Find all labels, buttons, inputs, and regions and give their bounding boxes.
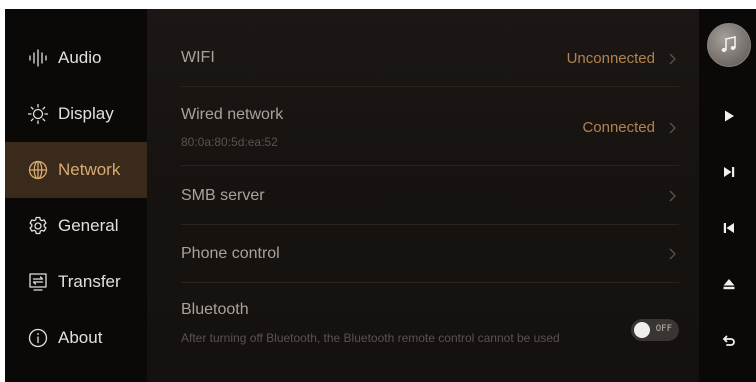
back-button[interactable] bbox=[717, 328, 741, 352]
mac-address: 80:0a:80:5d:ea:52 bbox=[181, 135, 278, 149]
audio-waveform-icon bbox=[27, 47, 49, 69]
play-icon bbox=[722, 109, 736, 123]
sidebar-item-label: About bbox=[58, 328, 103, 347]
wifi-title: WIFI bbox=[181, 49, 215, 66]
eject-button[interactable] bbox=[717, 272, 741, 296]
wifi-status: Unconnected bbox=[566, 50, 655, 67]
sidebar-item-transfer[interactable]: Transfer bbox=[5, 254, 147, 310]
info-icon bbox=[27, 327, 49, 349]
back-icon bbox=[722, 333, 736, 347]
wired-network-row[interactable]: Wired network 80:0a:80:5d:ea:52 Connecte… bbox=[181, 87, 679, 166]
toggle-label: OFF bbox=[655, 324, 672, 334]
globe-icon bbox=[27, 159, 49, 181]
smb-server-title: SMB server bbox=[181, 187, 265, 204]
toggle-knob bbox=[634, 322, 650, 338]
app-frame: Audio Display Network General Transfer A… bbox=[5, 9, 756, 382]
previous-track-icon bbox=[722, 221, 736, 235]
sidebar-item-display[interactable]: Display bbox=[5, 86, 147, 142]
phone-control-title: Phone control bbox=[181, 245, 280, 262]
bluetooth-row: Bluetooth After turning off Bluetooth, t… bbox=[181, 283, 679, 382]
smb-server-row[interactable]: SMB server bbox=[181, 166, 679, 225]
transfer-icon bbox=[27, 271, 49, 293]
bluetooth-title: Bluetooth bbox=[181, 301, 249, 318]
chevron-right-icon bbox=[667, 189, 679, 203]
next-track-button[interactable] bbox=[717, 160, 741, 184]
playback-control-bar bbox=[699, 9, 756, 382]
sidebar-item-label: Transfer bbox=[58, 272, 121, 291]
play-button[interactable] bbox=[717, 104, 741, 128]
sidebar-item-about[interactable]: About bbox=[5, 310, 147, 366]
sun-icon bbox=[27, 103, 49, 125]
gear-icon bbox=[27, 215, 49, 237]
now-playing-button[interactable] bbox=[707, 23, 751, 67]
wired-network-status: Connected bbox=[582, 119, 655, 136]
sidebar-item-label: Network bbox=[58, 160, 121, 179]
sidebar: Audio Display Network General Transfer A… bbox=[5, 9, 147, 382]
sidebar-item-label: General bbox=[58, 216, 119, 235]
music-note-icon bbox=[718, 34, 740, 56]
sidebar-item-general[interactable]: General bbox=[5, 198, 147, 254]
eject-icon bbox=[722, 277, 736, 291]
previous-track-button[interactable] bbox=[717, 216, 741, 240]
sidebar-item-label: Audio bbox=[58, 48, 102, 67]
wired-network-title: Wired network bbox=[181, 106, 284, 123]
chevron-right-icon bbox=[667, 121, 679, 135]
sidebar-item-audio[interactable]: Audio bbox=[5, 30, 147, 86]
wifi-row[interactable]: WIFI Unconnected bbox=[181, 29, 679, 87]
phone-control-row[interactable]: Phone control bbox=[181, 225, 679, 283]
chevron-right-icon bbox=[667, 52, 679, 66]
bluetooth-toggle[interactable]: OFF bbox=[631, 319, 679, 341]
network-settings-panel: WIFI Unconnected Wired network 80:0a:80:… bbox=[147, 9, 699, 382]
sidebar-item-network[interactable]: Network bbox=[5, 142, 147, 198]
next-track-icon bbox=[722, 165, 736, 179]
bluetooth-description: After turning off Bluetooth, the Bluetoo… bbox=[181, 331, 560, 345]
sidebar-item-label: Display bbox=[58, 104, 114, 123]
chevron-right-icon bbox=[667, 247, 679, 261]
